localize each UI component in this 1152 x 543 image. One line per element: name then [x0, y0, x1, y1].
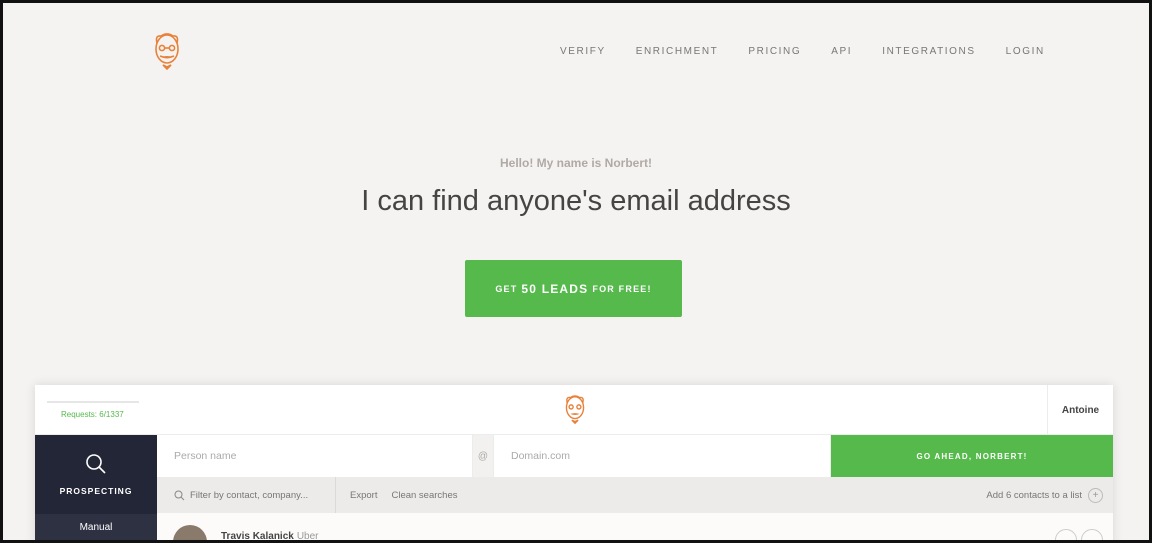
app-preview: Requests: 6/1337 Antoine PROSPECTING Man… [35, 385, 1113, 542]
requests-count: Requests: 6/1337 [61, 410, 124, 419]
app-header: Requests: 6/1337 Antoine [35, 385, 1113, 435]
contact-company: Uber [296, 531, 319, 542]
contact-name: Travis Kalanick Uber [221, 531, 319, 542]
nav-verify[interactable]: VERIFY [560, 46, 606, 57]
cta-prefix: GET [495, 283, 518, 294]
page-frame: VERIFY ENRICHMENT PRICING API INTEGRATIO… [0, 0, 1152, 543]
nav-api[interactable]: API [831, 46, 852, 57]
plus-icon: + [1088, 487, 1103, 503]
hero-headline: I can find anyone's email address [361, 185, 791, 217]
hero-greeting: Hello! My name is Norbert! [499, 156, 653, 170]
sidebar: PROSPECTING Manual [35, 435, 157, 540]
filter-input[interactable]: Filter by contact, company... [157, 477, 336, 513]
filter-search-icon [174, 490, 185, 500]
get-leads-button[interactable]: GET 50 LEADS FOR FREE! [465, 260, 682, 317]
nav-login[interactable]: LOGIN [1006, 46, 1045, 57]
person-name-input[interactable]: Person name [157, 435, 473, 477]
app-logo [565, 395, 585, 425]
cta-suffix: FOR FREE! [592, 283, 652, 294]
top-nav: VERIFY ENRICHMENT PRICING API INTEGRATIO… [560, 46, 1075, 57]
user-menu[interactable]: Antoine [1047, 385, 1113, 435]
sidebar-label-prospecting: PROSPECTING [59, 486, 133, 496]
requests-bar [47, 401, 139, 403]
add-to-list[interactable]: Add 6 contacts to a list + [986, 487, 1103, 503]
row-action-icon[interactable] [1055, 529, 1077, 540]
sidebar-item-prospecting[interactable]: PROSPECTING [35, 435, 157, 514]
domain-input[interactable]: Domain.com [494, 435, 831, 477]
requests-meter: Requests: 6/1337 [47, 401, 139, 419]
cta-main: 50 LEADS [521, 281, 589, 296]
go-ahead-button[interactable]: GO AHEAD, NORBERT! [831, 435, 1113, 477]
clean-searches-link[interactable]: Clean searches [391, 490, 457, 501]
sidebar-item-manual[interactable]: Manual [35, 514, 157, 540]
filter-placeholder: Filter by contact, company... [190, 489, 309, 501]
nav-pricing[interactable]: PRICING [748, 46, 801, 57]
add-to-list-label: Add 6 contacts to a list [986, 489, 1082, 501]
avatar [173, 525, 207, 540]
nav-integrations[interactable]: INTEGRATIONS [882, 46, 975, 57]
search-bar: Person name @ Domain.com GO AHEAD, NORBE… [157, 435, 1113, 477]
nav-enrichment[interactable]: ENRICHMENT [636, 46, 719, 57]
table-row[interactable]: Travis Kalanick Uber [157, 513, 1113, 542]
export-link[interactable]: Export [350, 490, 377, 501]
row-action-icon-2[interactable] [1081, 529, 1103, 540]
contact-name-text: Travis Kalanick [221, 531, 294, 542]
search-icon [86, 454, 106, 474]
norbert-logo[interactable] [149, 31, 185, 73]
at-symbol: @ [473, 435, 494, 477]
results-toolbar: Filter by contact, company... Export Cle… [157, 477, 1113, 513]
